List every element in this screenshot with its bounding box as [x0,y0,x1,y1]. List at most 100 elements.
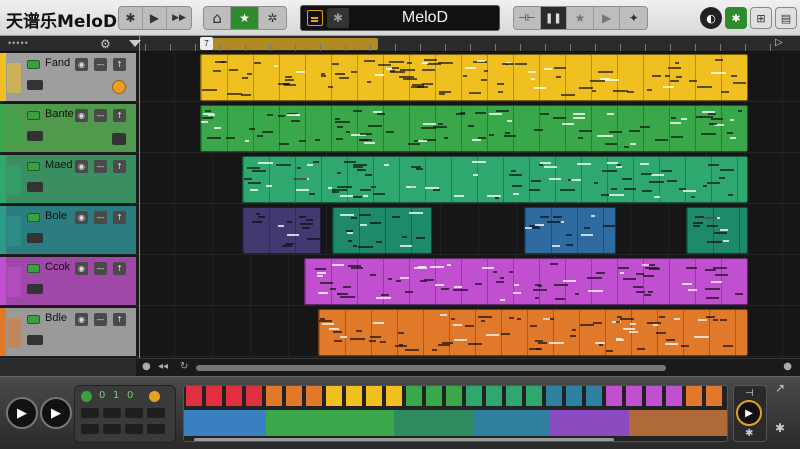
track-header[interactable]: Maed ◉ — ↑ [0,155,136,204]
midi-region[interactable] [200,54,748,101]
overview-block [226,386,242,406]
record-icon[interactable]: ◉ [75,58,88,71]
pad-3[interactable] [125,408,143,418]
midi-region[interactable] [332,207,432,254]
midi-region[interactable] [304,258,748,305]
timeline-ruler[interactable]: ••••• ⚙ 7 ▷ [0,36,800,52]
library-icon[interactable]: ▤ [775,7,797,29]
snowflake-icon[interactable]: ✱ [725,7,747,29]
minus-icon[interactable]: — [94,58,107,71]
sparkle-icon[interactable]: ✦ [620,7,647,29]
pad-1[interactable] [81,408,99,418]
list-icon[interactable] [307,10,323,26]
lock-icon[interactable] [112,133,126,145]
snowflake-badge-icon[interactable]: ✱ [327,8,349,28]
midi-region[interactable] [686,207,748,254]
minus-icon[interactable]: — [94,262,107,275]
minus-icon[interactable]: — [94,160,107,173]
track-input-icon[interactable] [27,335,43,345]
lcd-display[interactable]: ✱ MeloD [300,5,500,31]
midi-region[interactable] [200,105,748,152]
track-header[interactable]: Bdle ◉ — ↑ [0,308,136,357]
record-icon[interactable]: ◉ [75,262,88,275]
arrow-up-icon[interactable]: ↑ [113,160,126,173]
midi-region[interactable] [524,207,616,254]
grid-icon[interactable]: ✱ [775,421,785,435]
pad-4[interactable] [147,408,165,418]
pad-8[interactable] [147,424,165,434]
arrow-up-icon[interactable]: ↑ [113,211,126,224]
play-button[interactable]: ▶ [6,397,38,429]
track-input-icon[interactable] [27,284,43,294]
track-activity-led[interactable] [27,315,40,324]
star-icon[interactable]: ★ [231,7,259,29]
drag-handle-icon[interactable]: ••••• [8,38,29,48]
minus-icon[interactable]: — [94,313,107,326]
split-icon[interactable]: ⊣⊢ [514,7,541,29]
arrow-up-icon[interactable]: ↑ [113,313,126,326]
star-outline-icon[interactable]: ★ [567,7,594,29]
fast-forward-icon[interactable]: ▶▶ [167,7,191,29]
midi-region[interactable] [242,156,748,203]
snowflake-icon[interactable]: ✱ [745,428,753,439]
pad-6[interactable] [103,424,121,434]
overview-section [184,410,266,436]
home-icon[interactable]: ⌂ [204,7,232,29]
pad-2[interactable] [103,408,121,418]
split-icon[interactable]: ⊣ [745,388,754,399]
arrow-up-icon[interactable]: ↑ [113,58,126,71]
marker-flag[interactable]: 7 [200,37,213,50]
midi-region[interactable] [242,207,321,254]
overview-block [646,386,662,406]
loop-icon[interactable]: ↻ [180,361,188,372]
record-icon[interactable]: ◉ [75,313,88,326]
track-header[interactable]: Bole ◉ — ↑ [0,206,136,255]
cycle-region[interactable] [210,38,378,50]
play-icon[interactable]: ▶ [143,7,167,29]
track-header[interactable]: Bante ◉ — ↑ [0,104,136,153]
track-settings-icon[interactable] [112,80,126,94]
gear-icon[interactable]: ⚙ [100,37,111,51]
tracks-area[interactable] [136,53,800,357]
track-header[interactable]: Ccok ◉ — ↑ [0,257,136,306]
track-input-icon[interactable] [27,131,43,141]
track-input-icon[interactable] [27,233,43,243]
track-activity-led[interactable] [27,111,40,120]
expand-arrow-icon[interactable]: ↗ [775,381,785,395]
record-icon[interactable]: ◉ [75,160,88,173]
arrow-up-icon[interactable]: ↑ [113,262,126,275]
track-header[interactable]: Fand ◉ — ↑ [0,53,136,102]
track-activity-led[interactable] [27,213,40,222]
track-activity-led[interactable] [27,264,40,273]
arrow-up-icon[interactable]: ↑ [113,109,126,122]
record-indicator-icon[interactable] [149,391,160,402]
tuner-icon[interactable]: ◐ [700,7,722,29]
minus-icon[interactable]: — [94,211,107,224]
plugin-icon[interactable]: ✲ [259,7,286,29]
overview-scroll-thumb[interactable] [194,438,614,441]
arrangement-overview[interactable] [183,385,728,442]
track-activity-led[interactable] [27,60,40,69]
zoom-out-icon[interactable]: ● [142,361,151,372]
side-play-button[interactable]: ▶ [736,400,762,426]
record-icon[interactable]: ◉ [75,211,88,224]
horizontal-scrollbar[interactable]: ● ◂◂ ↻ ● [136,358,800,376]
zoom-in-icon[interactable]: ● [783,361,792,372]
pause-icon[interactable]: ❚❚ [540,7,568,29]
play-alt-button[interactable]: ▶ [40,397,72,429]
midi-region[interactable] [318,309,748,356]
snowflake-icon[interactable]: ✱ [119,7,143,29]
track-activity-led[interactable] [27,162,40,171]
playhead-line[interactable] [139,36,140,358]
pad-5[interactable] [81,424,99,434]
pad-7[interactable] [125,424,143,434]
track-input-icon[interactable] [27,182,43,192]
track-input-icon[interactable] [27,80,43,90]
scroll-thumb[interactable] [196,365,666,371]
speaker-icon[interactable]: ◂◂ [158,361,168,372]
play-icon[interactable]: ▶ [594,7,621,29]
record-icon[interactable]: ◉ [75,109,88,122]
minus-icon[interactable]: — [94,109,107,122]
mixer-icon[interactable]: ⊞ [750,7,772,29]
end-marker-icon[interactable]: ▷ [775,37,783,48]
